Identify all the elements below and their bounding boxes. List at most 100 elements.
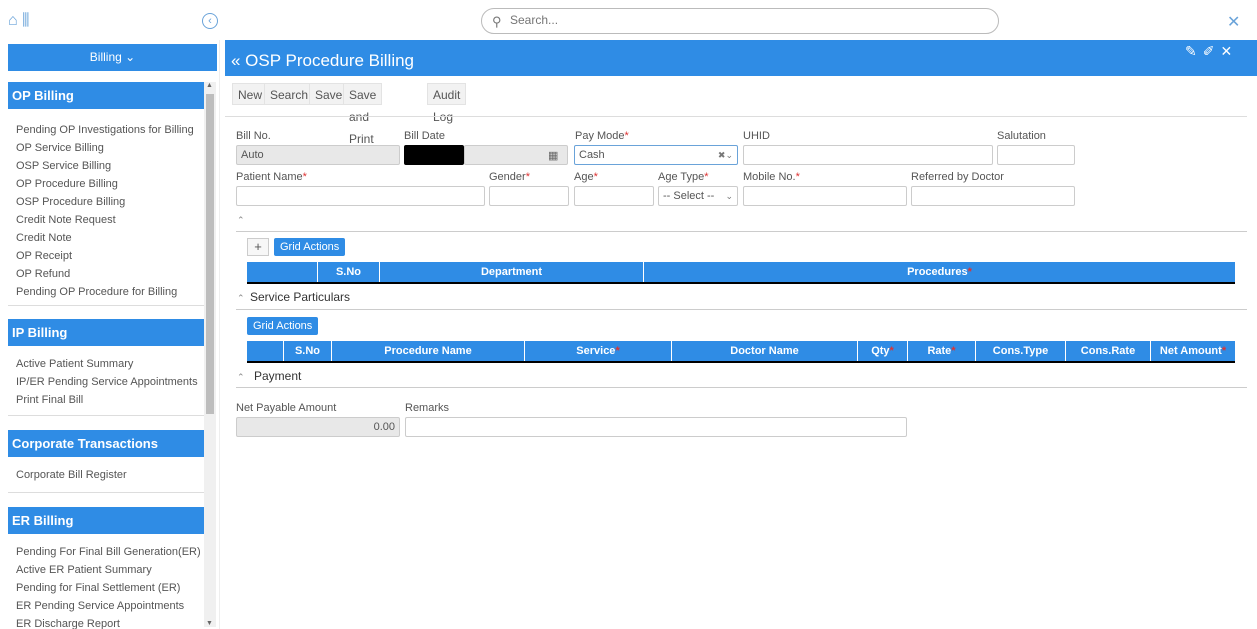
- edit-icon[interactable]: ✎: [1185, 43, 1203, 59]
- sidebar-item[interactable]: Active ER Patient Summary: [16, 561, 201, 579]
- scroll-down-icon[interactable]: ▼: [206, 620, 213, 627]
- sidebar-item[interactable]: OSP Procedure Billing: [16, 193, 194, 211]
- sidebar-item[interactable]: OP Receipt: [16, 247, 194, 265]
- pen-icon[interactable]: ✐: [1203, 43, 1221, 59]
- search-input[interactable]: [510, 13, 910, 27]
- divider: [236, 231, 1247, 232]
- grid-col-cons-type[interactable]: Cons.Type: [976, 341, 1066, 361]
- module-dropdown[interactable]: Billing ⌄: [8, 44, 217, 71]
- grid-col-cons-rate[interactable]: Cons.Rate: [1066, 341, 1151, 361]
- clear-chevron-icon[interactable]: ✖⌄: [718, 146, 733, 164]
- grid-col-select: [247, 262, 318, 282]
- sidebar-item[interactable]: Pending For Final Bill Generation(ER): [16, 543, 201, 561]
- sidebar-item[interactable]: OP Service Billing: [16, 139, 194, 157]
- page-header: « OSP Procedure Billing ✎✐✕: [225, 40, 1257, 76]
- ip-billing-list: Active Patient Summary IP/ER Pending Ser…: [16, 355, 198, 409]
- collapse-section-icon[interactable]: ⌃: [237, 215, 245, 226]
- grid-col-net-amount[interactable]: Net Amount*: [1151, 341, 1235, 361]
- section-op-billing[interactable]: OP Billing: [8, 82, 204, 109]
- divider: [236, 309, 1247, 310]
- corporate-list: Corporate Bill Register: [16, 466, 127, 484]
- collapse-section-icon[interactable]: ⌃: [237, 293, 245, 304]
- global-search[interactable]: ⚲: [481, 8, 999, 34]
- sidebar: Billing ⌄ OP Billing Pending OP Investig…: [0, 40, 220, 629]
- sidebar-item[interactable]: Corporate Bill Register: [16, 466, 127, 484]
- collapse-sidebar-icon[interactable]: ‹: [202, 13, 218, 29]
- grid-col-select: [247, 341, 284, 361]
- grid-col-sno[interactable]: S.No: [284, 341, 332, 361]
- sidebar-item[interactable]: IP/ER Pending Service Appointments: [16, 373, 198, 391]
- patient-name-input[interactable]: [236, 186, 485, 206]
- grid-col-sno[interactable]: S.No: [318, 262, 380, 282]
- sidebar-menu: OP Billing Pending OP Investigations for…: [0, 80, 220, 629]
- grid-col-procedure-name[interactable]: Procedure Name: [332, 341, 525, 361]
- remarks-input[interactable]: [405, 417, 907, 437]
- sidebar-item[interactable]: Active Patient Summary: [16, 355, 198, 373]
- age-type-select[interactable]: -- Select -- ⌄: [658, 186, 738, 206]
- service-particulars-title: Service Particulars: [250, 290, 351, 304]
- sidebar-item[interactable]: Credit Note: [16, 229, 194, 247]
- scroll-thumb[interactable]: [206, 94, 214, 414]
- pay-mode-select[interactable]: Cash ✖⌄: [574, 145, 738, 165]
- sidebar-item[interactable]: Pending OP Investigations for Billing: [16, 121, 194, 139]
- age-input[interactable]: [574, 186, 654, 206]
- home-icon[interactable]: ⌂ ⫼: [8, 12, 29, 30]
- op-billing-list: Pending OP Investigations for Billing OP…: [16, 121, 194, 301]
- pay-mode-value: Cash: [579, 149, 605, 161]
- sidebar-item[interactable]: OP Refund: [16, 265, 194, 283]
- divider: [8, 305, 204, 306]
- salutation-input[interactable]: [997, 145, 1075, 165]
- mobile-input[interactable]: [743, 186, 907, 206]
- section-ip-billing[interactable]: IP Billing: [8, 319, 204, 346]
- divider: [8, 492, 204, 493]
- add-row-button[interactable]: +: [247, 238, 269, 256]
- divider: [8, 415, 204, 416]
- grid-col-service[interactable]: Service*: [525, 341, 672, 361]
- sidebar-item[interactable]: OSP Service Billing: [16, 157, 194, 175]
- close-icon[interactable]: ✕: [1227, 12, 1240, 32]
- calendar-icon[interactable]: ▦: [548, 149, 558, 162]
- top-bar: ⌂ ⫼ ‹ ⚲ ✕: [0, 0, 1257, 40]
- referred-doctor-input[interactable]: [911, 186, 1075, 206]
- patient-name-label: Patient Name*: [236, 171, 307, 183]
- grid-col-doctor-name[interactable]: Doctor Name: [672, 341, 858, 361]
- sidebar-item[interactable]: Credit Note Request: [16, 211, 194, 229]
- grid-actions-button[interactable]: Grid Actions: [274, 238, 346, 256]
- net-payable-label: Net Payable Amount: [236, 402, 337, 414]
- save-and-print-button[interactable]: Save and Print: [343, 83, 383, 146]
- new-button[interactable]: New: [232, 83, 269, 105]
- er-billing-list: Pending For Final Bill Generation(ER) Ac…: [16, 543, 201, 629]
- uhid-input[interactable]: [743, 145, 993, 165]
- age-label: Age*: [574, 171, 598, 183]
- gender-input[interactable]: [489, 186, 569, 206]
- salutation-label: Salutation: [997, 130, 1046, 142]
- sidebar-item[interactable]: Pending OP Procedure for Billing: [16, 283, 194, 301]
- section-corporate-transactions[interactable]: Corporate Transactions: [8, 430, 204, 457]
- age-type-label: Age Type*: [658, 171, 709, 183]
- bill-no-label: Bill No.: [236, 130, 271, 142]
- payment-title: Payment: [254, 369, 302, 383]
- sidebar-item[interactable]: ER Pending Service Appointments: [16, 597, 201, 615]
- grid-col-procedures[interactable]: Procedures*: [644, 262, 1235, 282]
- tools-icon[interactable]: ✕: [1220, 43, 1238, 59]
- audit-log-button[interactable]: Audit Log: [427, 83, 467, 124]
- uhid-label: UHID: [743, 130, 770, 142]
- grid-col-qty[interactable]: Qty*: [858, 341, 908, 361]
- sidebar-item[interactable]: ER Discharge Report: [16, 615, 201, 629]
- sidebar-item[interactable]: Print Final Bill: [16, 391, 198, 409]
- grid-col-department[interactable]: Department: [380, 262, 644, 282]
- net-payable-field: 0.00: [236, 417, 400, 437]
- search-button[interactable]: Search: [264, 83, 315, 105]
- grid-col-rate[interactable]: Rate*: [908, 341, 976, 361]
- age-type-value: -- Select --: [663, 190, 715, 202]
- gender-label: Gender*: [489, 171, 530, 183]
- section-er-billing[interactable]: ER Billing: [8, 507, 204, 534]
- collapse-section-icon[interactable]: ⌃: [237, 372, 245, 383]
- sidebar-item[interactable]: Pending for Final Settlement (ER): [16, 579, 201, 597]
- grid-actions-button[interactable]: Grid Actions: [247, 317, 319, 335]
- header-tools: ✎✐✕: [1185, 43, 1238, 60]
- referred-label: Referred by Doctor: [911, 171, 1004, 183]
- scroll-up-icon[interactable]: ▲: [206, 82, 213, 89]
- sidebar-item[interactable]: OP Procedure Billing: [16, 175, 194, 193]
- sidebar-scrollbar[interactable]: ▲ ▼: [204, 82, 216, 627]
